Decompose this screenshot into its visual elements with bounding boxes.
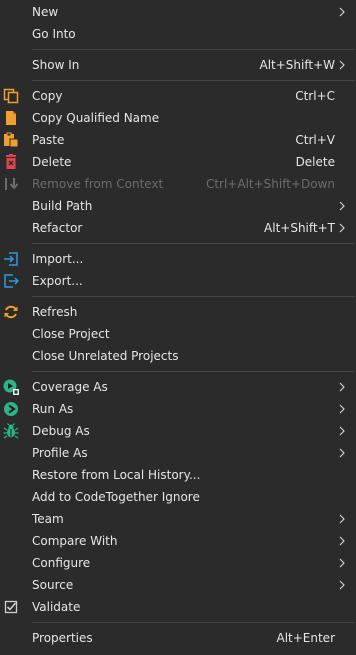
menu-item-debug-as[interactable]: Debug As: [0, 420, 356, 442]
menu-item-coverage-as[interactable]: Coverage As: [0, 376, 356, 398]
menu-item-label: Delete: [32, 155, 72, 169]
menu-item-shortcut: Ctrl+V: [295, 133, 335, 147]
menu-item-label: Debug As: [32, 424, 90, 438]
menu-item-close-project[interactable]: Close Project: [0, 323, 356, 345]
chevron-right-icon: [338, 447, 346, 459]
menu-item-label: Configure: [32, 556, 91, 570]
chevron-right-icon: [338, 59, 346, 71]
export-icon: [3, 273, 19, 289]
separator: [32, 80, 355, 81]
menu-item-copy[interactable]: Copy Ctrl+C: [0, 85, 356, 107]
menu-item-refresh[interactable]: Refresh: [0, 301, 356, 323]
copy-icon: [3, 88, 19, 104]
chevron-right-icon: [338, 200, 346, 212]
menu-item-shortcut: Ctrl+Alt+Shift+Down: [205, 177, 335, 191]
debug-bug-icon: [3, 423, 19, 439]
menu-item-properties[interactable]: Properties Alt+Enter: [0, 627, 356, 649]
menu-item-label: Copy Qualified Name: [32, 111, 160, 125]
menu-item-label: Validate: [32, 600, 81, 614]
menu-item-run-as[interactable]: Run As: [0, 398, 356, 420]
menu-item-label: Compare With: [32, 534, 118, 548]
remove-from-context-icon: [3, 176, 19, 192]
menu-item-label: Build Path: [32, 199, 93, 213]
menu-item-shortcut: Alt+Shift+T: [264, 221, 335, 235]
menu-item-add-to-codetogether-ignore[interactable]: Add to CodeTogether Ignore: [0, 486, 356, 508]
menu-item-label: Profile As: [32, 446, 88, 460]
delete-icon: [3, 154, 19, 170]
chevron-right-icon: [338, 222, 346, 234]
menu-item-label: New: [32, 5, 59, 19]
menu-item-build-path[interactable]: Build Path: [0, 195, 356, 217]
menu-item-shortcut: Ctrl+C: [295, 89, 335, 103]
menu-item-label: Paste: [32, 133, 65, 147]
menu-item-label: Copy: [32, 89, 63, 103]
separator: [32, 296, 355, 297]
menu-item-shortcut: Alt+Shift+W: [259, 58, 336, 72]
menu-item-team[interactable]: Team: [0, 508, 356, 530]
menu-item-label: Import...: [32, 252, 84, 266]
separator: [32, 371, 355, 372]
menu-item-label: Restore from Local History...: [32, 468, 201, 482]
menu-item-export[interactable]: Export...: [0, 270, 356, 292]
menu-item-refactor[interactable]: Refactor Alt+Shift+T: [0, 217, 356, 239]
separator: [32, 49, 355, 50]
validate-checkbox-icon: [3, 599, 19, 615]
menu-item-source[interactable]: Source: [0, 574, 356, 596]
menu-item-label: Coverage As: [32, 380, 108, 394]
menu-item-shortcut: Delete: [295, 155, 335, 169]
menu-item-label: Refresh: [32, 305, 78, 319]
chevron-right-icon: [338, 535, 346, 547]
menu-item-label: Remove from Context: [32, 177, 164, 191]
menu-item-configure[interactable]: Configure: [0, 552, 356, 574]
chevron-right-icon: [338, 557, 346, 569]
menu-item-validate[interactable]: Validate: [0, 596, 356, 618]
menu-item-label: Run As: [32, 402, 74, 416]
menu-item-label: Show In: [32, 58, 80, 72]
menu-item-copy-qualified-name[interactable]: Copy Qualified Name: [0, 107, 356, 129]
menu-item-go-into[interactable]: Go Into: [0, 23, 356, 45]
menu-item-shortcut: Alt+Enter: [276, 631, 335, 645]
menu-item-paste[interactable]: Paste Ctrl+V: [0, 129, 356, 151]
menu-item-label: Close Unrelated Projects: [32, 349, 179, 363]
chevron-right-icon: [338, 381, 346, 393]
menu-item-label: Source: [32, 578, 74, 592]
menu-item-compare-with[interactable]: Compare With: [0, 530, 356, 552]
menu-item-remove-from-context: Remove from Context Ctrl+Alt+Shift+Down: [0, 173, 356, 195]
menu-item-label: Export...: [32, 274, 83, 288]
menu-item-label: Refactor: [32, 221, 83, 235]
import-icon: [3, 251, 19, 267]
chevron-right-icon: [338, 6, 346, 18]
menu-item-restore-from-local-history[interactable]: Restore from Local History...: [0, 464, 356, 486]
context-menu: New Go Into Show In Alt+Shift+W Copy Ctr…: [0, 0, 356, 655]
chevron-right-icon: [338, 425, 346, 437]
refresh-icon: [3, 304, 19, 320]
paste-icon: [3, 132, 19, 148]
separator: [32, 622, 355, 623]
copy-qualified-name-icon: [3, 110, 19, 126]
menu-item-profile-as[interactable]: Profile As: [0, 442, 356, 464]
chevron-right-icon: [338, 513, 346, 525]
run-icon: [3, 401, 19, 417]
menu-item-close-unrelated-projects[interactable]: Close Unrelated Projects: [0, 345, 356, 367]
separator: [32, 243, 355, 244]
chevron-right-icon: [338, 579, 346, 591]
menu-item-show-in[interactable]: Show In Alt+Shift+W: [0, 54, 356, 76]
menu-item-label: Go Into: [32, 27, 76, 41]
menu-item-label: Add to CodeTogether Ignore: [32, 490, 200, 504]
menu-item-new[interactable]: New: [0, 1, 356, 23]
menu-item-delete[interactable]: Delete Delete: [0, 151, 356, 173]
menu-item-label: Close Project: [32, 327, 110, 341]
chevron-right-icon: [338, 403, 346, 415]
coverage-icon: [3, 379, 19, 395]
menu-item-label: Team: [32, 512, 64, 526]
menu-item-label: Properties: [32, 631, 93, 645]
menu-item-import[interactable]: Import...: [0, 248, 356, 270]
